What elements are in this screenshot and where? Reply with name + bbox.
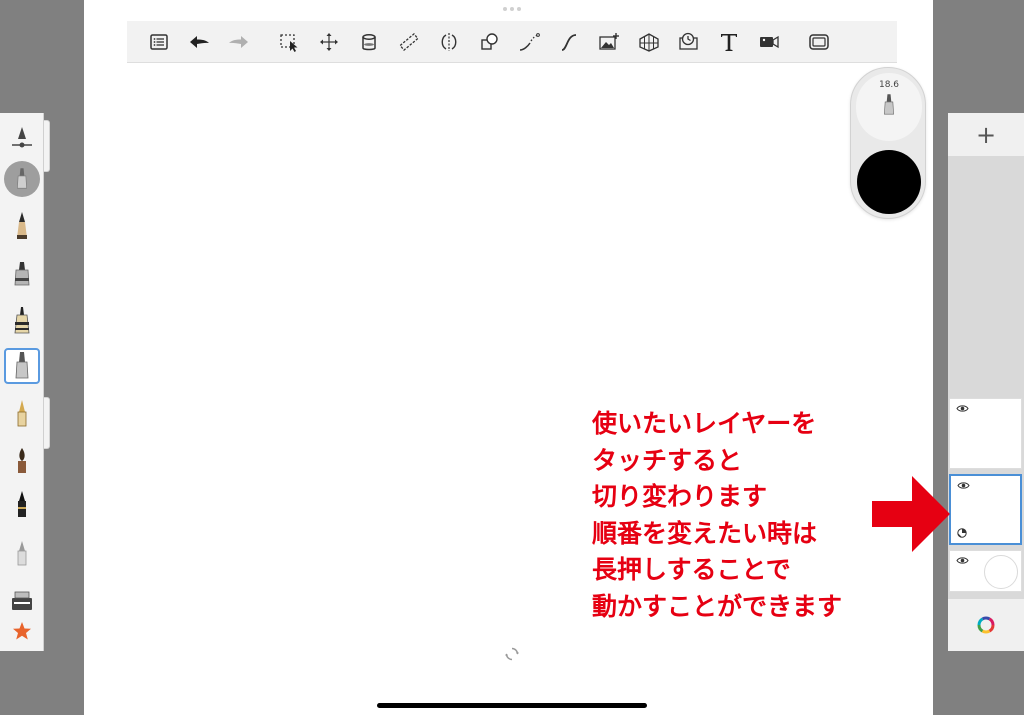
shapes-button[interactable]: [469, 22, 509, 62]
annotation-line: 順番を変えたい時は: [592, 518, 818, 548]
ruler-button[interactable]: [389, 22, 429, 62]
selection-button[interactable]: [269, 22, 309, 62]
annotation-line: 使いたいレイヤーを: [592, 409, 817, 438]
eye-icon[interactable]: [956, 404, 969, 413]
time-lapse-button[interactable]: [669, 22, 709, 62]
undo-arrow-icon: [190, 35, 209, 48]
paint-brush-icon: [17, 168, 27, 189]
annotation-line: タッチすると: [592, 445, 743, 475]
fountain-pen-brush[interactable]: [4, 396, 40, 432]
watercolor-brush-icon: [18, 448, 26, 473]
brush-palette: [0, 113, 44, 651]
eye-icon[interactable]: [956, 556, 969, 565]
sync-icon: [505, 647, 519, 661]
annotation-line: 動かすことができます: [592, 591, 843, 621]
color-wheel-icon: [977, 616, 995, 634]
selection-icon: [280, 33, 298, 52]
star-icon: [13, 622, 31, 640]
annotation-line: 長押しすることで: [592, 555, 791, 584]
layer-thumbnail-background[interactable]: [949, 550, 1022, 592]
ballpoint-icon: [14, 307, 30, 334]
text-t-icon: [721, 33, 737, 51]
s-curve-icon: [561, 33, 577, 51]
current-color-swatch[interactable]: [857, 150, 921, 214]
record-video-button[interactable]: [749, 22, 789, 62]
brush-size-indicator[interactable]: [4, 161, 40, 197]
move-arrows-icon: [320, 32, 338, 51]
ink-brush-icon: [18, 491, 26, 517]
perspective-stroke-button[interactable]: [549, 22, 589, 62]
curve-stroke-button[interactable]: [509, 22, 549, 62]
text-button[interactable]: [709, 22, 749, 62]
image-plus-icon: [599, 32, 619, 50]
menu-button[interactable]: [139, 22, 179, 62]
toolbar-drag-handle[interactable]: [503, 7, 521, 11]
undo-button[interactable]: [179, 22, 219, 62]
add-layer-button[interactable]: +: [948, 113, 1024, 156]
paint-brush-icon: [15, 352, 29, 379]
layer-panel: +: [948, 113, 1024, 651]
home-indicator[interactable]: [377, 703, 647, 708]
import-image-button[interactable]: [589, 22, 629, 62]
paint-brush-icon: [884, 94, 894, 115]
fullscreen-button[interactable]: [799, 22, 839, 62]
favorites-button[interactable]: [4, 613, 40, 649]
video-camera-icon: [760, 35, 779, 48]
brush-properties-button[interactable]: [4, 121, 40, 157]
list-icon: [150, 33, 168, 50]
eye-icon[interactable]: [957, 481, 970, 490]
symmetry-icon: [441, 32, 457, 51]
brush-properties-icon: [12, 127, 32, 148]
brush-size-value: 18.6: [878, 80, 900, 90]
transform-button[interactable]: [309, 22, 349, 62]
ink-brush[interactable]: [4, 487, 40, 523]
marker-icon: [14, 262, 30, 286]
annotation-line: 切り変わります: [592, 482, 768, 511]
layer-thumbnail-top[interactable]: [949, 398, 1022, 469]
fill-button[interactable]: [349, 22, 389, 62]
brush-puck[interactable]: 18.6: [850, 67, 926, 219]
fountain-pen-icon: [17, 400, 27, 427]
pencil-brush[interactable]: [4, 208, 40, 244]
perspective-grid-button[interactable]: [629, 22, 669, 62]
pencil-icon: [17, 212, 27, 239]
layer-thumbnail-selected[interactable]: [949, 474, 1022, 545]
palette-tab-top[interactable]: [44, 120, 50, 172]
background-color-swatch[interactable]: [984, 555, 1018, 589]
puck-size-control[interactable]: 18.6: [856, 73, 922, 141]
color-wheel-button[interactable]: [948, 599, 1024, 651]
fullscreen-icon: [809, 33, 829, 50]
dotted-curve-icon: [519, 32, 540, 51]
grid-cube-icon: [639, 32, 659, 52]
watercolor-brush[interactable]: [4, 443, 40, 479]
top-toolbar: [127, 21, 897, 63]
timer-icon: [679, 32, 698, 50]
ruler-icon: [399, 32, 419, 51]
pointer-arrow-icon: [872, 476, 950, 552]
airbrush-icon: [17, 541, 27, 566]
shapes-icon: [481, 32, 498, 50]
ballpoint-brush[interactable]: [4, 303, 40, 339]
instruction-annotation: 使いたいレイヤーを タッチすると 切り変わります 順番を変えたい時は 長押しする…: [592, 406, 842, 625]
paint-brush[interactable]: [4, 348, 40, 384]
brush-library-icon: [12, 591, 32, 610]
bucket-icon: [362, 33, 376, 50]
redo-button[interactable]: [219, 22, 259, 62]
airbrush[interactable]: [4, 535, 40, 571]
layer-blend-icon[interactable]: [957, 528, 967, 538]
palette-tab-bottom[interactable]: [44, 397, 50, 449]
redo-arrow-icon: [229, 35, 248, 48]
marker-brush[interactable]: [4, 256, 40, 292]
symmetry-button[interactable]: [429, 22, 469, 62]
